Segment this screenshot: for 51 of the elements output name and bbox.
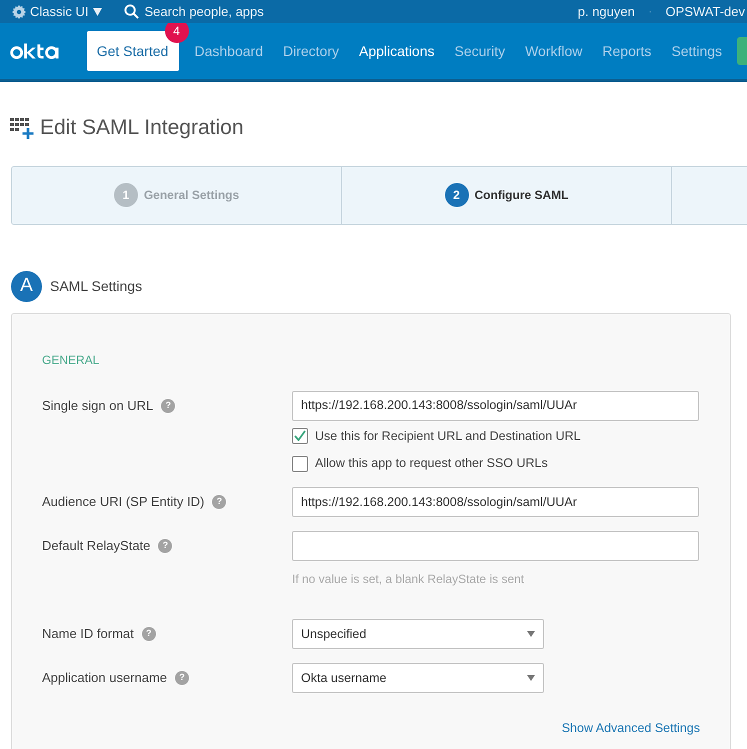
dropdown[interactable]: Unspecified — [292, 619, 544, 649]
step-number: 1 — [114, 183, 138, 207]
wizard-step[interactable]: 1 General Settings — [12, 166, 342, 224]
caret-icon — [527, 675, 535, 681]
step-label: Configure SAML — [474, 187, 568, 204]
notification-badge: 4 — [164, 23, 188, 43]
nav-tab[interactable]: Settings — [671, 40, 722, 62]
help-icon[interactable]: ? — [161, 398, 176, 412]
checkbox-label: Use this for Recipient URL and Destination URL — [315, 428, 581, 445]
help-icon[interactable]: ? — [212, 495, 226, 509]
text-field[interactable]: https://192.168.200.143:8008/ssologin/saml/UUAr — [292, 487, 699, 517]
org-name[interactable]: OPSWAT-dev — [666, 2, 745, 22]
search-icon — [124, 4, 139, 19]
wizard-step[interactable]: 2 Configure SAML — [342, 166, 672, 224]
search-field[interactable]: Search people, apps — [144, 2, 264, 22]
check-icon — [294, 430, 306, 442]
advanced-settings-link[interactable]: Show Advanced Settings — [562, 719, 700, 738]
nav-tab[interactable]: Applications — [359, 40, 435, 62]
checkbox-label: Allow this app to request other SSO URLs — [315, 455, 548, 472]
page-title: Edit SAML Integration — [40, 115, 244, 141]
field-label: Default RelayState — [42, 537, 150, 556]
help-icon[interactable]: ? — [175, 671, 190, 685]
app-grid-add-icon — [10, 116, 34, 140]
checkbox[interactable] — [292, 428, 308, 444]
field-hint: If no value is set, a blank RelayState is sent — [292, 571, 526, 588]
nav-tab[interactable]: Workflow — [525, 40, 582, 62]
checkbox[interactable] — [292, 456, 308, 472]
text-field[interactable]: https://192.168.200.143:8008/ssologin/saml/UUAr — [292, 390, 699, 420]
section-letter: A — [11, 270, 42, 302]
nav-tab[interactable]: Reports — [602, 40, 652, 62]
field-label: Name ID format — [42, 625, 134, 644]
gear-icon — [12, 4, 26, 18]
separator: · — [648, 6, 652, 18]
field-label: Application username — [42, 669, 168, 688]
caret-icon — [92, 8, 102, 16]
text-field[interactable] — [292, 531, 699, 561]
dropdown[interactable]: Okta username — [292, 663, 544, 693]
user-name[interactable]: p. nguyen — [578, 2, 635, 22]
step-number: 2 — [444, 183, 468, 207]
nav-tab[interactable]: Directory — [283, 40, 340, 62]
nav-tab[interactable]: Security — [454, 40, 506, 62]
nav-tab[interactable]: Dashboard — [194, 40, 263, 62]
step-label: General Settings — [144, 187, 240, 204]
help-icon[interactable]: ? — [142, 627, 156, 641]
help-icon[interactable]: ? — [158, 539, 172, 553]
classic-ui-menu[interactable]: Classic UI — [30, 2, 89, 22]
group-heading: GENERAL — [42, 352, 100, 368]
section-title: SAML Settings — [50, 276, 142, 296]
field-label: Audience URI (SP Entity ID) — [42, 493, 204, 512]
caret-icon — [527, 631, 535, 637]
field-label: Single sign on URL — [42, 396, 154, 415]
